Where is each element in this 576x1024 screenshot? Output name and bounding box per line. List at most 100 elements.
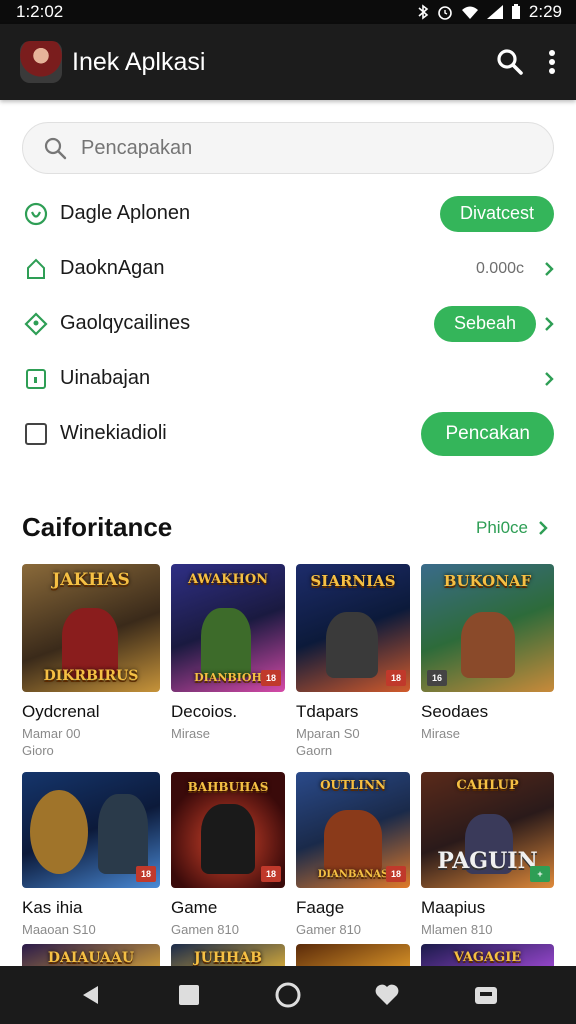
option-list: Dagle Aplonen Divatcest DaoknAgan 0.000c… — [22, 186, 554, 461]
heart-icon — [375, 984, 399, 1005]
game-title: Maapius — [421, 898, 486, 917]
list-item[interactable]: Gaolqycailines Sebeah — [22, 296, 554, 351]
game-thumbnail[interactable]: BAHBUHAS 18 — [171, 772, 285, 888]
game-subtitle: Gamen 810 — [171, 922, 239, 937]
game-subtitle: Mparan S0 — [296, 726, 360, 741]
game-thumbnail[interactable]: OUTLINN DIANBANAS 18 — [296, 772, 410, 888]
game-subtitle: Mirase — [421, 726, 461, 741]
search-bar[interactable] — [22, 122, 554, 174]
age-rating-badge: 18 — [261, 670, 281, 686]
game-title: Oydcrenal — [22, 702, 100, 721]
status-time-right: 2:29 — [528, 2, 562, 21]
character-art — [461, 612, 515, 678]
game-thumbnail[interactable]: BUKONAF 16 — [421, 564, 554, 692]
home-button[interactable] — [268, 975, 308, 1015]
game-thumbnail[interactable]: CAHLUP PAGUIN + — [421, 772, 554, 888]
list-item-label: Uinabajan — [60, 367, 151, 389]
section-title: Caiforitance — [22, 512, 173, 542]
game-title: Kas ihia — [22, 898, 83, 917]
wifi-icon — [461, 6, 478, 19]
bluetooth-icon — [418, 4, 429, 20]
storage-icon — [22, 365, 50, 393]
search-button[interactable]: Pencakan — [421, 411, 554, 456]
list-item-label: Winekiadioli — [60, 422, 167, 444]
system-nav-bar — [0, 966, 576, 1024]
search-icon — [44, 137, 67, 160]
app-avatar[interactable] — [20, 41, 62, 83]
game-thumbnail[interactable]: 18 — [22, 772, 160, 888]
game-thumbnail[interactable]: AWAKHON DIANBIOH 18 — [171, 564, 285, 692]
game-subtitle: Mamar 00 — [22, 726, 81, 741]
game-title: Decoios. — [171, 702, 238, 721]
list-item[interactable]: Uinabajan — [22, 351, 554, 406]
list-item-label: Gaolqycailines — [60, 312, 191, 334]
chevron-right-icon — [540, 261, 554, 277]
signal-icon — [486, 5, 503, 19]
game-thumbnail[interactable]: JAKHAS DIKRBIRUS — [22, 564, 160, 692]
status-bar: 1:2:02 2:29 — [0, 0, 576, 24]
game-subtitle: Maaoan S10 — [22, 922, 96, 937]
age-rating-badge: 18 — [386, 670, 406, 686]
game-tile[interactable]: JAKHAS DIKRBIRUS Oydcrenal Mamar 00 Gior… — [22, 564, 160, 758]
search-icon[interactable] — [496, 48, 524, 76]
see-more-label: Phi0ce — [476, 518, 528, 537]
app-title: Inek Aplkasi — [72, 47, 206, 76]
list-item[interactable]: DaoknAgan 0.000c — [22, 241, 554, 296]
select-button[interactable]: Sebeah — [433, 305, 536, 342]
shield-art — [30, 790, 88, 874]
game-title: Game — [171, 898, 218, 917]
age-rating-badge: 18 — [261, 866, 281, 882]
library-icon — [475, 987, 498, 1004]
game-tile[interactable]: SIARNIAS 18 Tdapars Mparan S0 Gaorn — [296, 564, 410, 758]
back-icon — [82, 986, 98, 1004]
game-subtitle: Mirase — [171, 726, 211, 741]
age-rating-badge: 18 — [136, 866, 156, 882]
age-rating-badge: + — [530, 866, 550, 882]
game-tile[interactable]: BUKONAF 16 Seodaes Mirase — [421, 564, 554, 741]
favorites-button[interactable] — [367, 975, 407, 1015]
search-input[interactable] — [81, 136, 533, 160]
chevron-right-icon — [540, 316, 554, 332]
character-art — [98, 794, 148, 874]
chevron-right-icon — [540, 371, 554, 387]
game-title: Seodaes — [421, 702, 489, 721]
square-icon — [178, 985, 199, 1005]
character-art — [324, 810, 382, 874]
age-rating-badge: 16 — [427, 670, 447, 686]
list-item-value: 0.000c — [475, 259, 524, 277]
library-button[interactable] — [466, 975, 506, 1015]
list-item[interactable]: Dagle Aplonen Divatcest — [22, 186, 554, 241]
game-subtitle: Mlamen 810 — [421, 922, 493, 937]
list-item-label: DaoknAgan — [60, 257, 165, 279]
recents-button[interactable] — [169, 975, 209, 1015]
game-subtitle: Gamer 810 — [296, 922, 362, 937]
character-art — [326, 612, 378, 678]
home-circle-icon — [275, 982, 301, 1008]
game-meta: Gioro — [22, 743, 54, 758]
status-icons: 2:29 — [417, 2, 562, 22]
game-tile[interactable]: BAHBUHAS 18 Game Gamen 810 — [171, 772, 285, 937]
game-title: Tdapars — [296, 702, 359, 721]
game-tile[interactable]: AWAKHON DIANBIOH 18 Decoios. Mirase — [171, 564, 285, 741]
checkbox-icon[interactable] — [22, 420, 50, 448]
game-meta: Gaorn — [296, 743, 333, 758]
tag-icon — [22, 310, 50, 338]
status-time-left: 1:2:02 — [16, 2, 64, 21]
back-button[interactable] — [70, 975, 110, 1015]
game-tile[interactable]: 18 Kas ihia Maaoan S10 — [22, 772, 160, 937]
chevron-right-icon — [539, 521, 548, 535]
refresh-icon — [22, 200, 50, 228]
battery-icon — [511, 4, 520, 19]
alarm-icon — [438, 6, 452, 20]
see-more-link[interactable]: Phi0ce — [476, 518, 548, 538]
download-button[interactable]: Divatcest — [439, 195, 554, 232]
home-icon — [22, 255, 50, 283]
more-vert-icon[interactable] — [548, 49, 556, 75]
game-tile[interactable]: OUTLINN DIANBANAS 18 Faage Gamer 810 — [296, 772, 410, 937]
app-bar: Inek Aplkasi — [0, 24, 576, 100]
game-tile[interactable]: CAHLUP PAGUIN + Maapius Mlamen 810 — [421, 772, 554, 937]
list-item[interactable]: Winekiadioli Pencakan — [22, 406, 554, 461]
game-thumbnail[interactable]: SIARNIAS 18 — [296, 564, 410, 692]
list-item-label: Dagle Aplonen — [60, 202, 191, 224]
age-rating-badge: 18 — [386, 866, 406, 882]
